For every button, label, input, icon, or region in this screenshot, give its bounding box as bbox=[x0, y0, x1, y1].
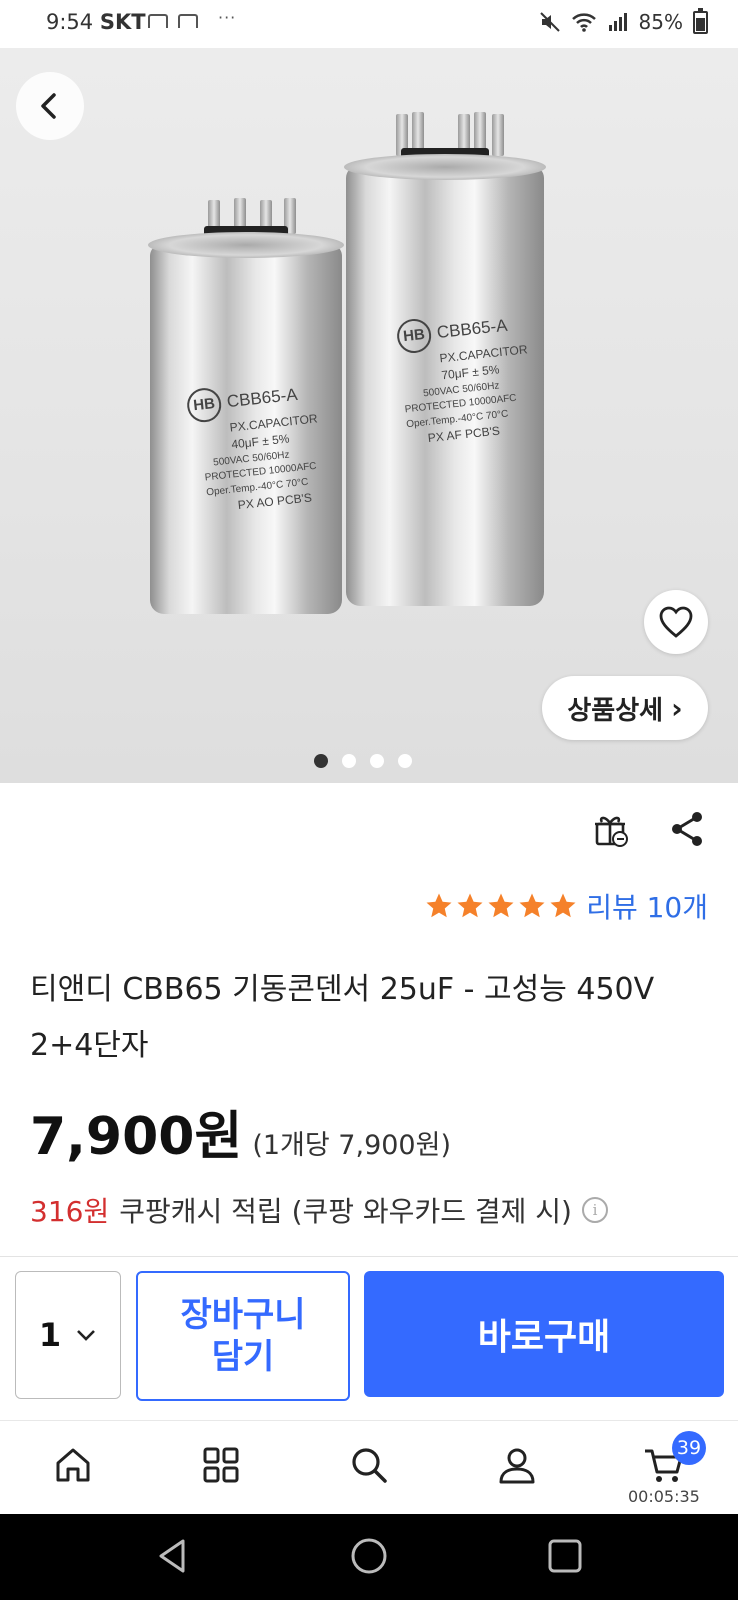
mute-icon bbox=[539, 12, 560, 32]
chevron-down-icon bbox=[77, 1330, 96, 1341]
system-home-icon[interactable] bbox=[349, 1536, 389, 1576]
product-image[interactable]: HB CBB65-A PX.CAPACITOR 40μF ± 5% 500VAC … bbox=[0, 48, 738, 783]
star-icon bbox=[550, 893, 576, 918]
product-price: 7,900원 bbox=[30, 1107, 243, 1167]
cash-amount: 316원 bbox=[30, 1195, 110, 1228]
nav-search[interactable] bbox=[347, 1443, 391, 1487]
wishlist-button[interactable] bbox=[644, 590, 708, 654]
status-time-value: 9:54 bbox=[46, 10, 94, 34]
notification-icon bbox=[148, 14, 168, 28]
pagination-dot[interactable] bbox=[398, 754, 412, 768]
quantity-select[interactable]: 1 bbox=[15, 1271, 121, 1399]
cart-timer: 00:05:35 bbox=[628, 1487, 700, 1506]
signal-icon bbox=[608, 13, 627, 31]
capacitor-model: CBB65-A bbox=[435, 315, 509, 343]
back-arrow-icon bbox=[41, 93, 56, 119]
nav-home[interactable] bbox=[51, 1443, 95, 1487]
star-icon bbox=[457, 893, 483, 918]
battery-icon bbox=[693, 7, 708, 34]
product-detail-label: 상품상세 bbox=[567, 695, 664, 726]
star-icon bbox=[426, 893, 452, 918]
category-icon bbox=[203, 1447, 239, 1483]
share-icon bbox=[672, 812, 702, 846]
share-button[interactable] bbox=[668, 810, 706, 852]
purchase-action-bar: 1 장바구니 담기 바로구매 bbox=[0, 1256, 738, 1419]
status-bar: 9:54 SKT ··· 85% bbox=[0, 0, 738, 48]
star-icon bbox=[488, 893, 514, 918]
capacitor-left: HB CBB65-A PX.CAPACITOR 40μF ± 5% 500VAC … bbox=[148, 198, 344, 614]
more-notifications: ··· bbox=[218, 8, 237, 27]
brand-logo: HB bbox=[395, 317, 433, 355]
image-pagination bbox=[314, 754, 412, 768]
pagination-dot[interactable] bbox=[314, 754, 328, 768]
notification-icon bbox=[178, 14, 198, 28]
capacitor-right: HB CBB65-A PX.CAPACITOR 70μF ± 5% 500VAC … bbox=[344, 112, 546, 606]
unit-price: (1개당 7,900원) bbox=[252, 1130, 451, 1161]
capacitor-model: CBB65-A bbox=[225, 384, 299, 412]
star-rating bbox=[424, 891, 578, 921]
buy-now-button[interactable]: 바로구매 bbox=[364, 1271, 724, 1397]
nav-my-account[interactable] bbox=[495, 1443, 539, 1487]
gift-icon bbox=[595, 816, 628, 847]
back-button[interactable] bbox=[16, 72, 84, 140]
chevron-right-icon: › bbox=[671, 691, 683, 725]
info-icon[interactable]: i bbox=[581, 1197, 608, 1223]
product-detail-button[interactable]: 상품상세 › bbox=[542, 676, 708, 740]
star-icon bbox=[519, 893, 545, 918]
price-row: 7,900원 (1개당 7,900원) bbox=[30, 1094, 451, 1169]
quantity-value: 1 bbox=[38, 1316, 62, 1354]
home-icon bbox=[56, 1448, 90, 1482]
rating-row[interactable]: 리뷰 10개 bbox=[424, 886, 708, 926]
user-icon bbox=[499, 1448, 535, 1484]
system-back-icon[interactable] bbox=[153, 1536, 193, 1576]
heart-icon bbox=[659, 606, 693, 638]
add-to-cart-button[interactable]: 장바구니 담기 bbox=[136, 1271, 350, 1401]
system-navigation-bar bbox=[0, 1514, 738, 1600]
wifi-icon bbox=[571, 13, 596, 32]
status-carrier: SKT bbox=[99, 10, 146, 34]
cash-reward-row: 316원 쿠팡캐시 적립 (쿠팡 와우카드 결제 시) i bbox=[30, 1190, 608, 1230]
status-time: 9:54 SKT bbox=[46, 10, 146, 34]
pagination-dot[interactable] bbox=[342, 754, 356, 768]
system-recents-icon[interactable] bbox=[545, 1536, 585, 1576]
status-right: 85% bbox=[539, 7, 708, 34]
bottom-navigation: 39 00:05:35 bbox=[0, 1420, 738, 1515]
cart-count-badge: 39 bbox=[672, 1431, 706, 1465]
nav-category[interactable] bbox=[199, 1443, 243, 1487]
battery-percent: 85% bbox=[638, 10, 683, 34]
review-count-link[interactable]: 리뷰 10개 bbox=[586, 886, 708, 926]
search-icon bbox=[352, 1448, 387, 1483]
gift-button[interactable] bbox=[592, 810, 630, 852]
brand-logo: HB bbox=[185, 386, 223, 424]
cash-reward-text: 쿠팡캐시 적립 (쿠팡 와우카드 결제 시) bbox=[119, 1195, 572, 1228]
pagination-dot[interactable] bbox=[370, 754, 384, 768]
product-title: 티앤디 CBB65 기동콘덴서 25uF - 고성능 450V 2+4단자 bbox=[30, 972, 655, 1063]
